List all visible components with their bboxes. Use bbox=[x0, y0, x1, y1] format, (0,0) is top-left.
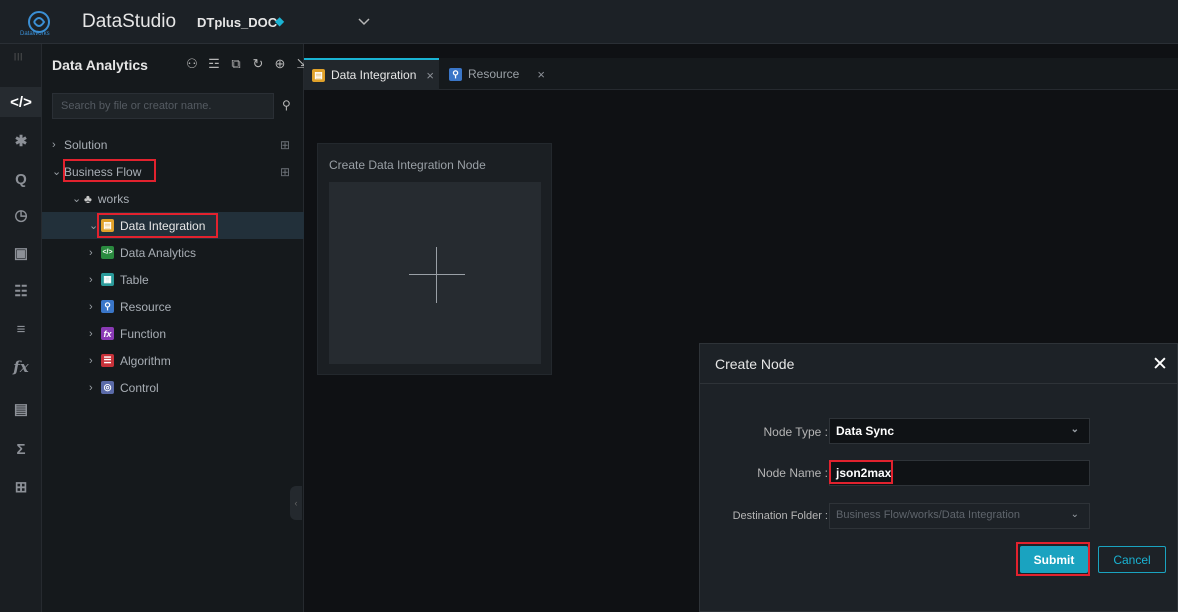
diamond-icon: ◆ bbox=[275, 14, 285, 28]
tree-item-resource[interactable]: › ⚲ Resource bbox=[89, 293, 304, 320]
add-node-button[interactable] bbox=[329, 182, 541, 364]
tree-item-control[interactable]: › ◎ Control bbox=[89, 374, 304, 401]
grip-icon: ||| bbox=[14, 52, 24, 61]
logo-subtitle: DataWorks bbox=[20, 31, 50, 37]
highlight-box-data-integration bbox=[97, 213, 218, 238]
activity-bar: ||| </> ✱ Q ◷ ▣ ☷ ≡ fx ▤ Σ ⊞ bbox=[0, 44, 42, 612]
node-type-value: Data Sync bbox=[836, 424, 895, 438]
side-panel: Data Analytics ⚇ ☲ ⧉ ↻ ⊕ ⇲ Search by fil… bbox=[42, 44, 307, 612]
cancel-button[interactable]: Cancel bbox=[1098, 546, 1166, 573]
highlight-box-business-flow bbox=[63, 159, 156, 182]
chevron-down-icon: ⌄ bbox=[1070, 509, 1079, 520]
tree-label: Resource bbox=[120, 299, 172, 314]
close-icon[interactable]: ✕ bbox=[1152, 353, 1168, 376]
chevron-down-icon[interactable] bbox=[357, 16, 371, 28]
tree-label: works bbox=[97, 191, 130, 206]
chevron-right-icon: › bbox=[89, 300, 93, 313]
tab-resource[interactable]: ⚲ Resource × bbox=[441, 58, 559, 90]
refresh-icon[interactable]: ↻ bbox=[250, 56, 266, 72]
tab-data-integration[interactable]: ▤ Data Integration × bbox=[304, 58, 439, 90]
tree-item-table[interactable]: › ▦ Table bbox=[89, 266, 304, 293]
tree-item-function[interactable]: › fx Function bbox=[89, 320, 304, 347]
stack-icon[interactable]: ▤ bbox=[0, 394, 42, 424]
grid-icon[interactable]: ⊞ bbox=[280, 165, 290, 179]
filter-list-icon[interactable]: ☲ bbox=[206, 56, 222, 72]
save-icon[interactable]: ▣ bbox=[0, 238, 42, 268]
chevron-down-icon: ⌄ bbox=[1070, 424, 1079, 435]
tree-item-algorithm[interactable]: › ☰ Algorithm bbox=[89, 347, 304, 374]
card-title: Create Data Integration Node bbox=[329, 158, 486, 172]
resource-icon: ⚲ bbox=[101, 300, 114, 313]
algorithm-icon: ☰ bbox=[101, 354, 114, 367]
user-icon[interactable]: ⚇ bbox=[184, 56, 200, 72]
editor-tabs: ▤ Data Integration × ⚲ Resource × bbox=[304, 58, 1178, 90]
table-icon[interactable]: ☷ bbox=[0, 276, 42, 306]
grid-icon[interactable]: ⊞ bbox=[280, 138, 290, 152]
chevron-right-icon: › bbox=[52, 138, 56, 151]
app-title: DataStudio bbox=[82, 11, 177, 32]
tree-label: Table bbox=[120, 272, 149, 287]
tree-label: Solution bbox=[64, 137, 108, 152]
dialog-title: Create Node bbox=[715, 356, 795, 372]
function-icon[interactable]: fx bbox=[0, 352, 42, 382]
project-name[interactable]: DTplus_DOC bbox=[197, 15, 277, 30]
chevron-right-icon: › bbox=[89, 327, 93, 340]
chevron-right-icon: › bbox=[89, 354, 93, 367]
tree-label: Control bbox=[120, 380, 159, 395]
search-input[interactable]: Search by file or creator name. bbox=[52, 93, 274, 119]
function-icon: fx bbox=[101, 327, 114, 340]
filter-icon[interactable]: ⚲ bbox=[282, 98, 296, 112]
create-node-dialog: Create Node ✕ Node Type : Data Sync ⌄ No… bbox=[699, 343, 1178, 612]
highlight-box-submit bbox=[1016, 542, 1090, 576]
tree-label: Data Analytics bbox=[120, 245, 197, 260]
dialog-header: Create Node ✕ bbox=[700, 344, 1178, 384]
clock-icon[interactable]: ◷ bbox=[0, 200, 42, 230]
tree-item-works[interactable]: ⌄ ♣ works bbox=[72, 185, 304, 212]
list-icon[interactable]: ≡ bbox=[0, 314, 42, 344]
top-bar: DataWorks DataStudio DTplus_DOC ◆ bbox=[0, 0, 1178, 44]
panel-toolbar: ⚇ ☲ ⧉ ↻ ⊕ ⇲ bbox=[184, 56, 310, 72]
destination-folder-value: Business Flow/works/Data Integration bbox=[836, 509, 1021, 521]
collapse-handle[interactable]: ‹ bbox=[290, 486, 302, 520]
destination-folder-select: Business Flow/works/Data Integration ⌄ bbox=[829, 503, 1090, 529]
plus-icon bbox=[436, 247, 437, 303]
node-type-label: Node Type : bbox=[763, 425, 829, 439]
new-file-icon[interactable]: ⧉ bbox=[228, 56, 244, 72]
puzzle-icon[interactable]: ✱ bbox=[0, 126, 42, 156]
tree-label: Function bbox=[120, 326, 167, 341]
chevron-right-icon: › bbox=[89, 381, 93, 394]
create-node-card: Create Data Integration Node bbox=[317, 143, 552, 375]
node-type-select[interactable]: Data Sync ⌄ bbox=[829, 418, 1090, 444]
tree-item-data-analytics[interactable]: › </> Data Analytics bbox=[89, 239, 304, 266]
tree-label: Algorithm bbox=[120, 353, 171, 368]
search-icon[interactable]: Q bbox=[0, 164, 42, 194]
tree-item-solution[interactable]: › Solution ⊞ bbox=[52, 131, 304, 158]
sigma-icon[interactable]: Σ bbox=[0, 434, 42, 464]
resource-icon: ⚲ bbox=[449, 67, 462, 81]
highlight-box-node-name bbox=[829, 460, 893, 484]
workflow-icon: ♣ bbox=[84, 191, 92, 206]
chevron-right-icon: › bbox=[89, 273, 93, 286]
node-name-label: Node Name : bbox=[757, 466, 828, 480]
chevron-down-icon: ⌄ bbox=[72, 193, 82, 205]
chevron-right-icon: › bbox=[89, 246, 93, 259]
control-icon: ◎ bbox=[101, 381, 114, 394]
locate-icon[interactable]: ⊕ bbox=[272, 56, 288, 72]
plus-icon bbox=[409, 274, 465, 275]
code-icon: </> bbox=[101, 246, 114, 259]
tab-label: Data Integration bbox=[331, 68, 417, 82]
close-icon[interactable]: × bbox=[537, 67, 545, 82]
panel-title: Data Analytics bbox=[52, 57, 148, 73]
destination-folder-label: Destination Folder : bbox=[732, 510, 828, 522]
table-icon: ▦ bbox=[101, 273, 114, 286]
close-icon[interactable]: × bbox=[426, 68, 434, 83]
data-integration-icon: ▤ bbox=[312, 68, 325, 82]
trash-icon[interactable]: ⊞ bbox=[0, 472, 42, 502]
panel-header: Data Analytics ⚇ ☲ ⧉ ↻ ⊕ ⇲ bbox=[42, 44, 307, 88]
tab-label: Resource bbox=[468, 67, 520, 81]
code-icon[interactable]: </> bbox=[0, 87, 42, 117]
